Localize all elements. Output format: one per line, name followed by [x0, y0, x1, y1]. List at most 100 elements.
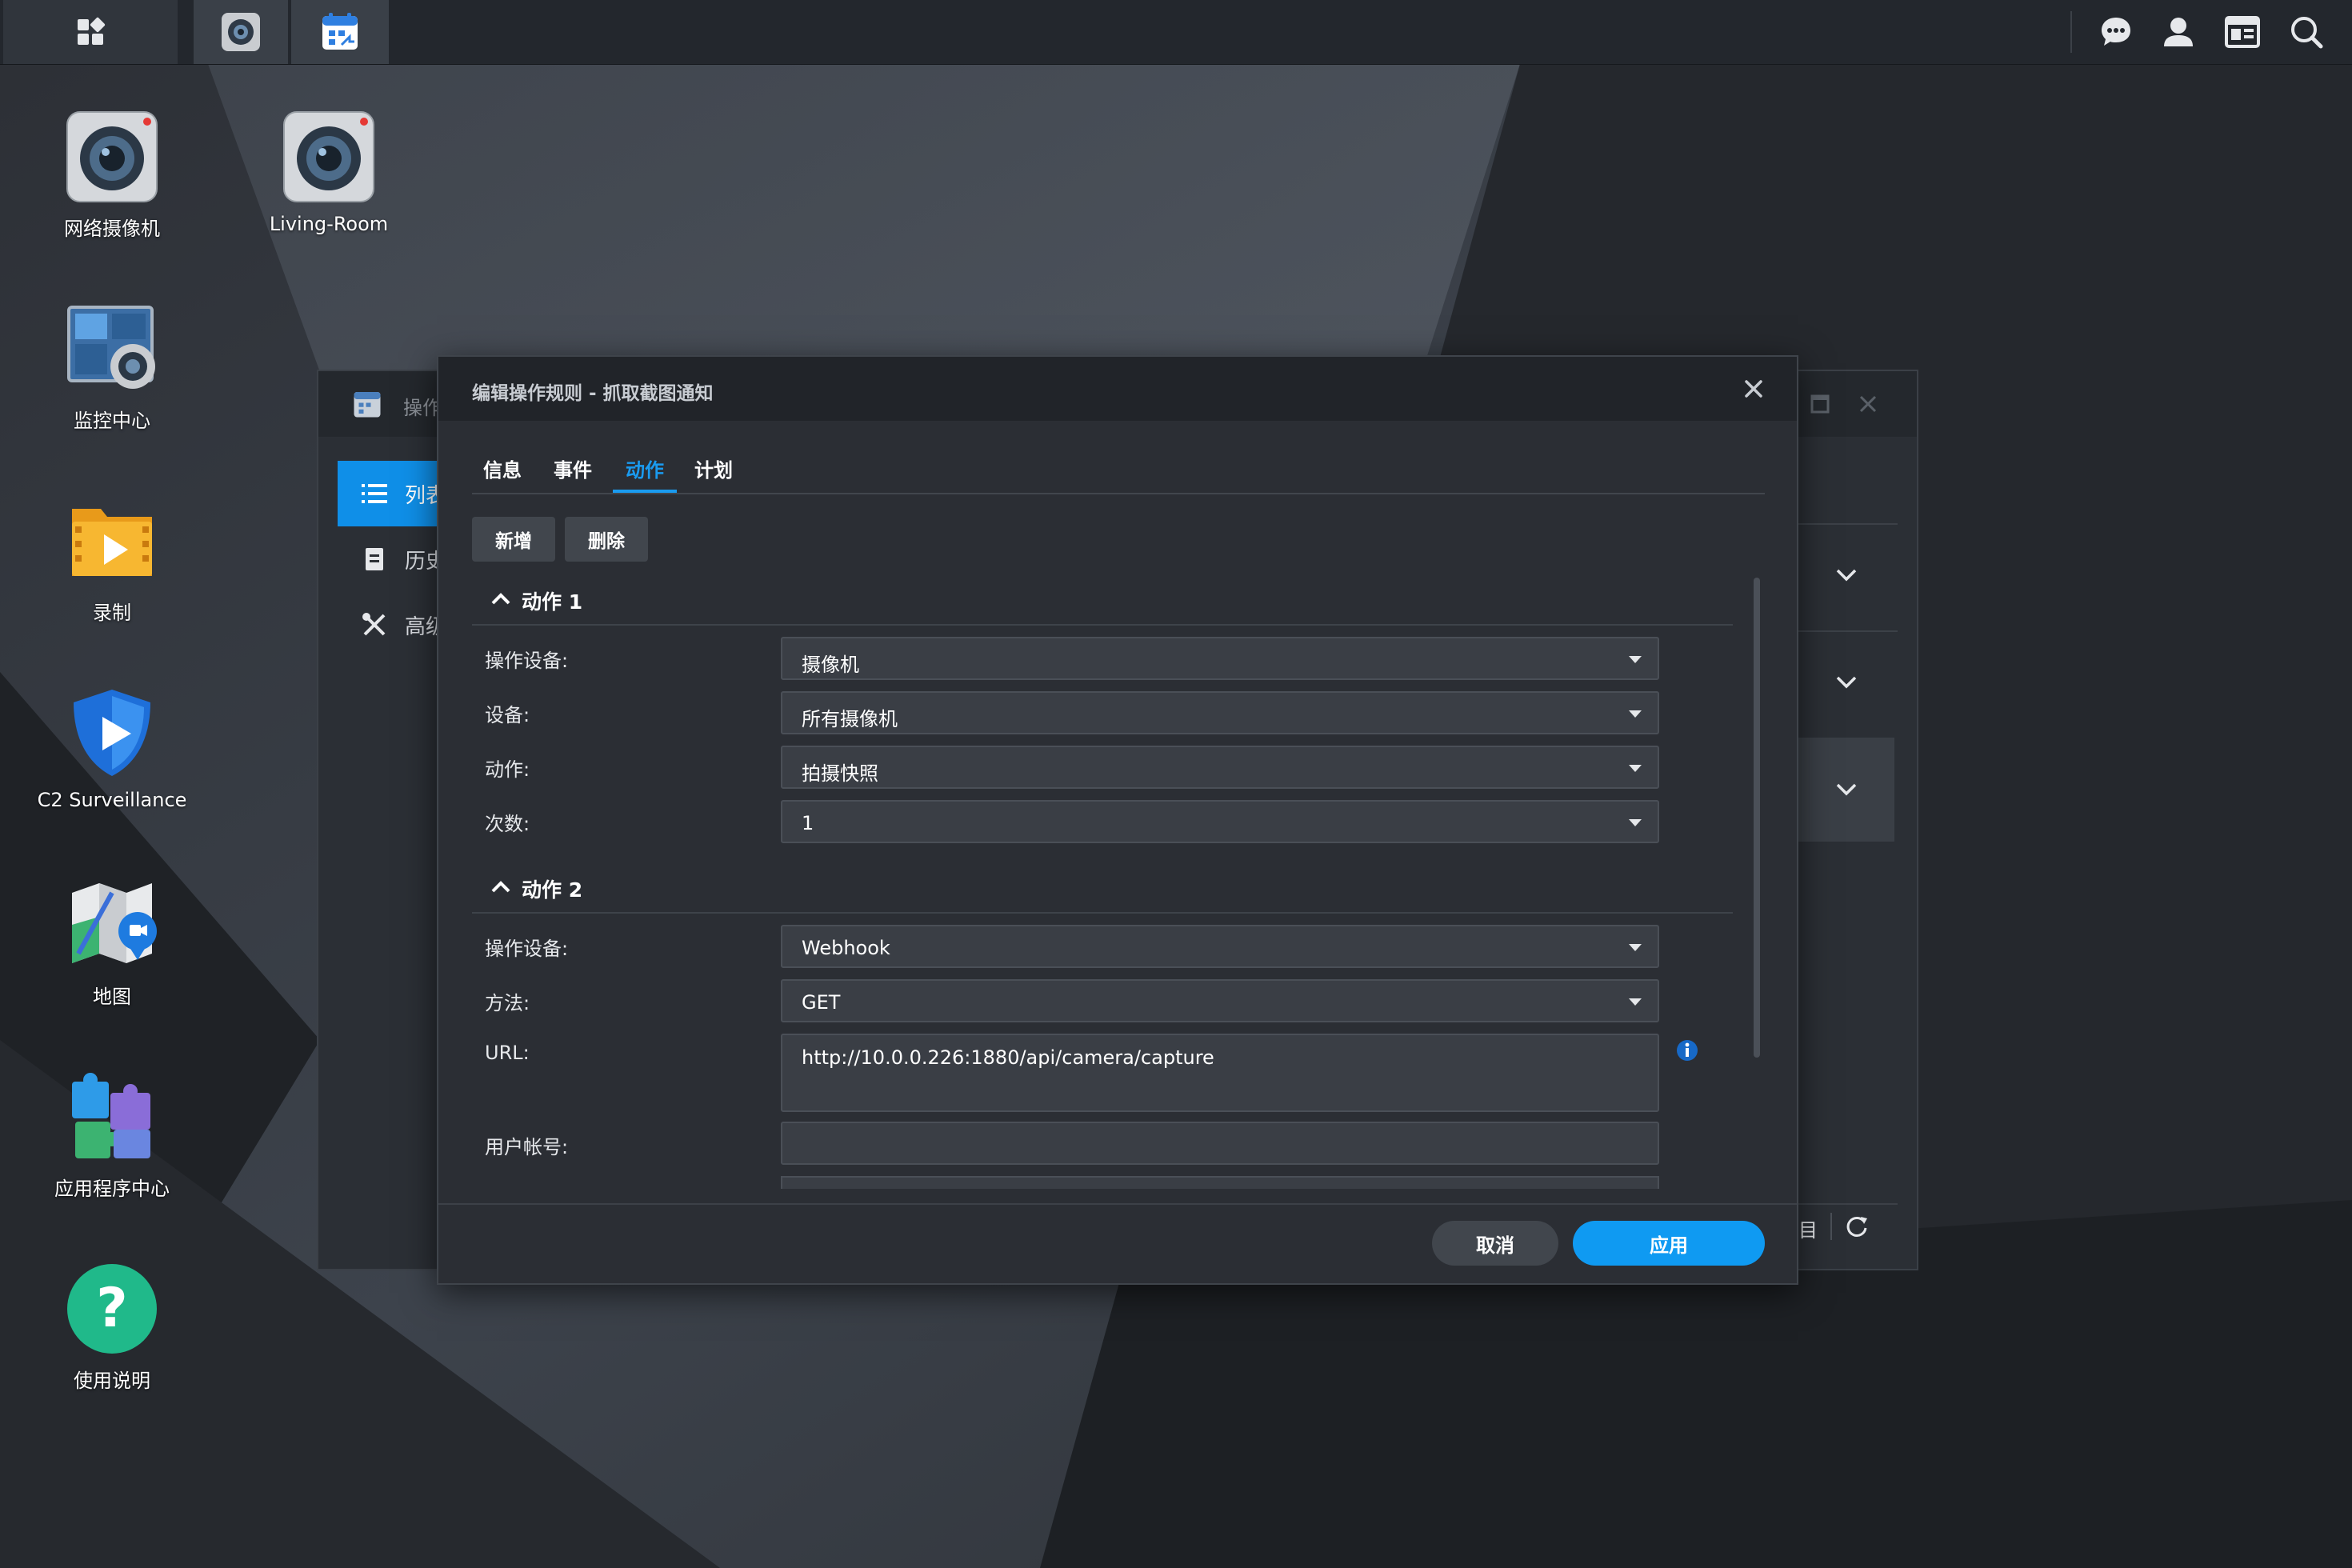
map-icon: [72, 883, 157, 963]
action-select[interactable]: 拍摄快照: [781, 746, 1659, 789]
dropdown-caret-icon: [1629, 710, 1642, 718]
delete-button[interactable]: 删除: [565, 517, 648, 562]
action-rule-calendar-icon: [322, 13, 358, 50]
desktop-icon-label: 应用程序中心: [54, 1178, 170, 1200]
apply-button[interactable]: 应用: [1573, 1221, 1765, 1266]
field-label: 次数:: [485, 813, 530, 835]
c2-shield-icon: [74, 690, 150, 776]
field-label: 设备:: [485, 704, 530, 726]
count-select[interactable]: 1: [781, 800, 1659, 843]
info-icon[interactable]: [1675, 1038, 1699, 1062]
field-label: 操作设备:: [485, 938, 569, 960]
field-label: URL:: [485, 1042, 530, 1064]
select-value: 所有摄像机: [802, 708, 898, 730]
desktop-icon-map[interactable]: 地图: [20, 877, 204, 1009]
desktop-icon-label: 使用说明: [74, 1370, 150, 1392]
section-title: 动作 1: [522, 590, 583, 614]
sidebar-item-history[interactable]: 历史: [338, 526, 450, 592]
action-rule-calendar-icon: [354, 392, 381, 418]
taskbar: [0, 0, 2352, 65]
chevron-up-icon: [491, 881, 510, 893]
list-icon: [362, 484, 387, 503]
dialog-header: 编辑操作规则 - 抓取截图通知: [438, 357, 1797, 421]
tools-icon: [362, 613, 386, 636]
puzzle-icon: [72, 1073, 150, 1158]
select-value: 1: [802, 812, 814, 834]
tab-action[interactable]: 动作: [613, 443, 677, 493]
edit-action-rule-dialog: 编辑操作规则 - 抓取截图通知 信息 事件 动作 计划 新增 删除 动作 1 操…: [437, 355, 1798, 1285]
password-input-partial[interactable]: [781, 1176, 1659, 1189]
desktop-icon-c2-surveillance[interactable]: C2 Surveillance: [20, 685, 204, 811]
select-value: 摄像机: [802, 654, 859, 676]
taskbar-action-rule-app[interactable]: [291, 0, 389, 64]
desktop-icon-label: 地图: [93, 986, 131, 1008]
help-icon: ?: [67, 1264, 157, 1354]
field-label: 用户帐号:: [485, 1136, 569, 1158]
rule-row[interactable]: [1798, 523, 1894, 627]
widgets-button[interactable]: [2213, 0, 2272, 64]
rule-row[interactable]: [1798, 630, 1894, 734]
dialog-close-button[interactable]: [1739, 374, 1768, 403]
close-icon: [1745, 380, 1762, 398]
refresh-icon[interactable]: [1845, 1214, 1869, 1238]
search-icon: [2291, 17, 2323, 49]
desktop-icon-monitor-center[interactable]: 监控中心: [20, 301, 204, 433]
camera-icon: [283, 111, 374, 202]
field-label: 动作:: [485, 758, 530, 781]
select-value: 拍摄快照: [802, 762, 878, 785]
dropdown-caret-icon: [1629, 944, 1642, 951]
operation-device-select[interactable]: 摄像机: [781, 637, 1659, 680]
cancel-button[interactable]: 取消: [1432, 1221, 1558, 1266]
username-input[interactable]: [781, 1122, 1659, 1165]
desktop-icon-label: 监控中心: [74, 410, 150, 432]
close-icon[interactable]: [1858, 394, 1878, 414]
footer-separator: [1830, 1213, 1832, 1240]
svg-text:?: ?: [96, 1277, 127, 1340]
tab-schedule[interactable]: 计划: [682, 443, 746, 493]
add-button[interactable]: 新增: [472, 517, 555, 562]
dialog-title: 编辑操作规则 - 抓取截图通知: [472, 383, 714, 404]
desktop-icon-label: 网络摄像机: [64, 218, 160, 240]
window-title: 操作: [403, 397, 442, 419]
device-select[interactable]: 所有摄像机: [781, 691, 1659, 734]
url-textarea[interactable]: http://10.0.0.226:1880/api/camera/captur…: [781, 1034, 1659, 1112]
user-button[interactable]: [2149, 0, 2208, 64]
taskbar-separator: [2070, 11, 2072, 53]
operation-device-select[interactable]: Webhook: [781, 925, 1659, 968]
desktop-icon-recording[interactable]: 录制: [20, 493, 204, 625]
widgets-icon: [2225, 16, 2260, 48]
desktop-icon-living-room[interactable]: Living-Room: [237, 109, 421, 235]
chevron-up-icon: [491, 593, 510, 605]
grid-menu-icon: [78, 17, 106, 45]
dropdown-caret-icon: [1629, 656, 1642, 663]
search-button[interactable]: [2277, 0, 2336, 64]
desktop-icon-label: 录制: [93, 602, 131, 624]
dialog-scrollbar[interactable]: [1754, 578, 1760, 1058]
maximize-icon[interactable]: [1810, 394, 1830, 414]
rule-row-selected[interactable]: [1798, 738, 1894, 842]
desktop-icon-help[interactable]: ? 使用说明: [20, 1261, 204, 1393]
surveillance-camera-icon: [222, 13, 260, 51]
sidebar-item-advanced[interactable]: 高级: [338, 592, 450, 658]
sidebar-item-list[interactable]: 列表: [338, 461, 450, 526]
taskbar-surveillance-app[interactable]: [194, 0, 288, 64]
desktop-icon-app-center[interactable]: 应用程序中心: [20, 1069, 204, 1201]
main-menu-button[interactable]: [3, 0, 178, 64]
select-value: Webhook: [802, 937, 890, 959]
tab-info[interactable]: 信息: [472, 443, 533, 493]
chat-icon: [2102, 18, 2130, 46]
section-title: 动作 2: [522, 878, 583, 902]
method-select[interactable]: GET: [781, 979, 1659, 1022]
dialog-footer-divider: [438, 1203, 1797, 1205]
action-1-header[interactable]: 动作 1: [472, 578, 1733, 626]
desktop-icon-label: C2 Surveillance: [37, 789, 187, 811]
footer-text: 目: [1798, 1219, 1818, 1242]
camera-icon: [66, 111, 158, 202]
chevron-down-icon: [1836, 569, 1857, 582]
dropdown-caret-icon: [1629, 998, 1642, 1006]
action-2-header[interactable]: 动作 2: [472, 866, 1733, 914]
desktop-icon-ip-camera[interactable]: 网络摄像机: [20, 109, 204, 241]
chat-button[interactable]: [2086, 0, 2146, 64]
url-value: http://10.0.0.226:1880/api/camera/captur…: [802, 1046, 1214, 1069]
tab-event[interactable]: 事件: [541, 443, 605, 493]
